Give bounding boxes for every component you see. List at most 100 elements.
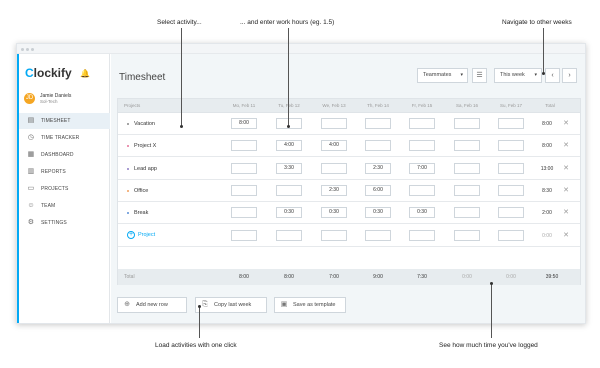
hours-input[interactable]: 8:00 xyxy=(231,118,257,129)
hours-input[interactable] xyxy=(498,118,524,129)
bell-icon[interactable]: 🔔 xyxy=(80,69,90,78)
prev-week-button[interactable]: ‹ xyxy=(545,68,560,83)
row-total: 13:00 xyxy=(540,165,554,172)
hours-input[interactable] xyxy=(454,118,480,129)
totals-row: Total 8:00 8:00 7:00 9:00 7:30 0:00 0:00… xyxy=(118,269,580,285)
hours-input[interactable]: 0:30 xyxy=(409,207,435,219)
project-color-dot xyxy=(127,123,129,125)
copy-last-week-button[interactable]: ⎘ Copy last week xyxy=(195,297,267,313)
table-row: Lead app 3:30 2:30 7:00 13:00 ✕ xyxy=(118,158,580,180)
project-select[interactable]: Project X xyxy=(134,143,156,149)
leader-load-activities xyxy=(199,306,200,338)
project-select[interactable]: Lead app xyxy=(134,166,157,172)
clockify-logo[interactable]: Clockify xyxy=(25,66,72,80)
project-select[interactable]: Break xyxy=(134,210,148,216)
hours-input[interactable] xyxy=(409,140,435,152)
hours-input[interactable] xyxy=(276,229,302,241)
hours-input[interactable]: 0:30 xyxy=(276,207,302,219)
sidebar-item-projects[interactable]: ▭ PROJECTS xyxy=(19,181,110,197)
close-icon[interactable]: ✕ xyxy=(561,119,571,127)
avatar: JD xyxy=(24,93,35,104)
annotation-see-time: See how much time you've logged xyxy=(439,342,538,349)
chevron-left-icon: ‹ xyxy=(551,72,554,79)
hours-input[interactable]: 4:00 xyxy=(276,140,302,152)
sidebar-item-team[interactable]: ☺ TEAM xyxy=(19,198,110,214)
sidebar-item-settings[interactable]: ⚙ SETTINGS xyxy=(19,215,110,231)
project-color-dot xyxy=(127,145,129,148)
dashboard-icon: ▦ xyxy=(27,151,35,158)
sidebar-item-time-tracker[interactable]: ◷ TIME TRACKER xyxy=(19,130,110,146)
total-cell: 0:00 xyxy=(462,274,472,280)
hours-input[interactable]: 3:30 xyxy=(276,162,302,174)
project-select[interactable]: Office xyxy=(134,188,148,194)
hours-input[interactable] xyxy=(365,118,391,129)
user-profile[interactable]: JD Jamie Daniels Sol-Tech xyxy=(24,90,108,110)
hours-input[interactable] xyxy=(454,229,480,241)
hours-input[interactable] xyxy=(454,162,480,174)
hours-input[interactable]: 0:30 xyxy=(365,207,391,219)
hours-input[interactable] xyxy=(454,184,480,196)
close-icon[interactable]: ✕ xyxy=(561,164,571,172)
hours-input[interactable] xyxy=(498,207,524,219)
grand-total: 39:50 xyxy=(545,274,559,280)
hours-input[interactable] xyxy=(498,229,524,241)
close-icon[interactable]: ✕ xyxy=(561,141,571,149)
table-row: Vacation 8:00 8:00 ✕ xyxy=(118,113,580,135)
hours-input[interactable] xyxy=(321,229,347,241)
sidebar-item-dashboard[interactable]: ▦ DASHBOARD xyxy=(19,147,110,163)
hours-input[interactable] xyxy=(498,140,524,152)
hours-input[interactable] xyxy=(365,229,391,241)
row-total: 8:00 xyxy=(542,121,552,127)
hours-input[interactable] xyxy=(409,229,435,241)
leader-dot xyxy=(287,125,290,128)
hours-input[interactable] xyxy=(321,118,347,129)
hours-input[interactable] xyxy=(498,162,524,174)
total-cell: 8:00 xyxy=(239,274,249,280)
hours-input[interactable] xyxy=(409,184,435,196)
hours-input[interactable] xyxy=(365,140,391,152)
hours-input[interactable]: 7:00 xyxy=(409,162,435,174)
hours-input[interactable]: 2:30 xyxy=(321,184,347,196)
hours-input[interactable] xyxy=(321,162,347,174)
hours-input[interactable] xyxy=(454,207,480,219)
total-cell: 8:00 xyxy=(284,274,294,280)
save-template-button[interactable]: ▣ Save as template xyxy=(274,297,346,313)
hours-input[interactable] xyxy=(276,184,302,196)
column-header: Tu, Feb 12 xyxy=(278,103,300,108)
page-title: Timesheet xyxy=(119,72,166,83)
reports-icon: ▥ xyxy=(27,168,35,175)
close-icon[interactable]: ✕ xyxy=(561,186,571,194)
sidebar: Clockify 🔔 JD Jamie Daniels Sol-Tech ▤ TI… xyxy=(17,54,110,323)
hours-input[interactable] xyxy=(409,118,435,129)
close-icon[interactable]: ✕ xyxy=(561,231,571,239)
column-header: Sa, Feb 16 xyxy=(455,103,478,108)
week-dropdown[interactable]: This week ▾ xyxy=(494,68,542,83)
row-total: 0:00 xyxy=(542,232,552,239)
hours-input[interactable] xyxy=(498,184,524,196)
hours-input[interactable] xyxy=(454,140,480,152)
project-select[interactable]: Vacation xyxy=(134,121,155,127)
hours-input[interactable]: 6:00 xyxy=(365,184,391,196)
window-titlebar xyxy=(17,44,585,54)
hours-input[interactable] xyxy=(231,229,257,241)
hours-input[interactable] xyxy=(231,184,257,196)
hours-input[interactable] xyxy=(231,162,257,174)
teammates-dropdown[interactable]: Teammates ▾ xyxy=(417,68,468,83)
close-icon[interactable]: ✕ xyxy=(561,208,571,216)
column-header: Th, Feb 14 xyxy=(367,103,389,108)
hours-input[interactable] xyxy=(231,140,257,152)
next-week-button[interactable]: › xyxy=(562,68,577,83)
hours-input[interactable]: 0:30 xyxy=(321,207,347,219)
add-project-button[interactable]: + Project xyxy=(127,230,155,239)
sidebar-item-timesheet[interactable]: ▤ TIMESHEET xyxy=(19,113,110,129)
add-row-button[interactable]: ⊕ Add new row xyxy=(117,297,187,313)
list-view-button[interactable]: ☰ xyxy=(472,68,487,83)
hours-input[interactable]: 4:00 xyxy=(321,140,347,152)
column-header: Su, Feb 17 xyxy=(499,103,522,108)
row-total: 2:00 xyxy=(542,210,552,217)
total-cell: 7:00 xyxy=(329,274,339,280)
hours-input[interactable] xyxy=(231,207,257,219)
hours-input[interactable]: 2:30 xyxy=(365,162,391,174)
sidebar-item-reports[interactable]: ▥ REPORTS xyxy=(19,164,110,180)
column-header: Fr, Feb 15 xyxy=(411,103,433,108)
